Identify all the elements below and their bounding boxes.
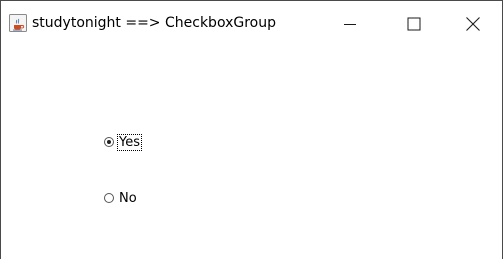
window-title: studytonight ==> CheckboxGroup <box>32 15 276 31</box>
minimize-icon <box>344 24 356 25</box>
close-button[interactable] <box>442 1 503 47</box>
title-bar[interactable]: studytonight ==> CheckboxGroup <box>1 1 502 47</box>
radio-button-unselected[interactable] <box>104 193 114 203</box>
radio-button-selected[interactable] <box>104 137 114 147</box>
radio-label-no[interactable]: No <box>118 191 138 206</box>
app-window: studytonight ==> CheckboxGroup Yes No <box>0 0 503 259</box>
close-icon <box>466 17 480 31</box>
maximize-button[interactable] <box>383 1 445 47</box>
minimize-button[interactable] <box>319 1 381 47</box>
radio-dot <box>107 140 111 144</box>
java-coffee-icon[interactable] <box>9 14 27 32</box>
window-content: Yes No <box>1 47 502 259</box>
radio-option-no[interactable]: No <box>104 189 138 207</box>
radio-label-yes[interactable]: Yes <box>117 133 142 151</box>
maximize-icon <box>407 17 421 31</box>
radio-option-yes[interactable]: Yes <box>104 133 142 151</box>
